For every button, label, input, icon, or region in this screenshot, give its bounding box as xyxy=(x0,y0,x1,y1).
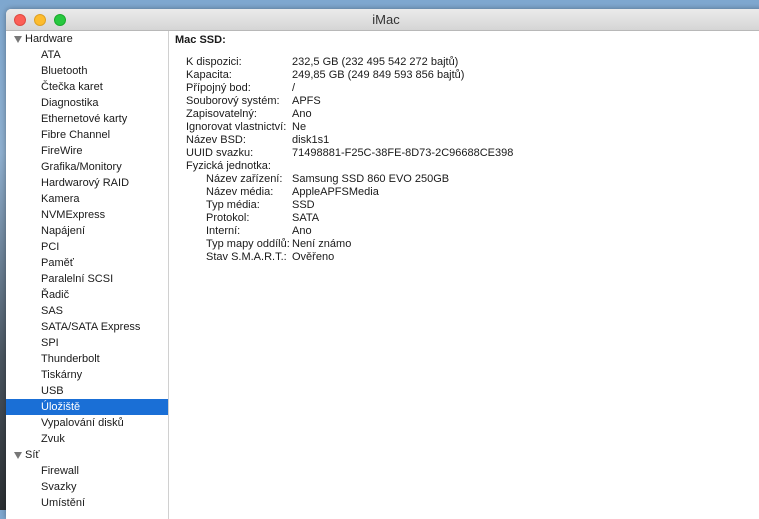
property-label: Souborový systém: xyxy=(186,95,280,107)
window-title: iMac xyxy=(372,12,400,27)
property-value: AppleAPFSMedia xyxy=(292,186,379,198)
property-label: Typ média: xyxy=(206,199,260,211)
sidebar-item[interactable]: Tiskárny xyxy=(6,367,168,383)
sidebar-item[interactable]: Řadič xyxy=(6,287,168,303)
close-button[interactable] xyxy=(14,14,26,26)
property-value: 71498881-F25C-38FE-8D73-2C96688CE398 xyxy=(292,147,514,159)
group-label: Hardware xyxy=(25,33,73,45)
minimize-button[interactable] xyxy=(34,14,46,26)
sidebar-item[interactable]: Fibre Channel xyxy=(6,127,168,143)
sidebar-item[interactable]: PCI xyxy=(6,239,168,255)
sidebar-item[interactable]: SATA/SATA Express xyxy=(6,319,168,335)
property-value: Ano xyxy=(292,225,312,237)
sidebar-item[interactable]: FireWire xyxy=(6,143,168,159)
property-value: Samsung SSD 860 EVO 250GB xyxy=(292,173,450,185)
property-label: K dispozici: xyxy=(186,56,242,68)
property-row: Přípojný bod: / xyxy=(175,82,759,95)
property-row: Název zařízení: Samsung SSD 860 EVO 250GB xyxy=(175,173,759,186)
sidebar-item[interactable]: Úložiště xyxy=(6,399,168,415)
sidebar-item[interactable]: NVMExpress xyxy=(6,207,168,223)
property-label: Stav S.M.A.R.T.: xyxy=(206,251,287,263)
sidebar-item[interactable]: Ethernetové karty xyxy=(6,111,168,127)
property-row: Souborový systém: APFS xyxy=(175,95,759,108)
sidebar-item[interactable]: Čtečka karet xyxy=(6,79,168,95)
sidebar-item[interactable]: Grafika/Monitory xyxy=(6,159,168,175)
property-row: Typ média: SSD xyxy=(175,199,759,212)
property-value: SATA xyxy=(292,212,320,224)
title-bar: iMac xyxy=(6,9,759,31)
sidebar-item[interactable]: Diagnostika xyxy=(6,95,168,111)
property-label: UUID svazku: xyxy=(186,147,254,159)
property-label: Zapisovatelný: xyxy=(186,108,257,120)
property-row: K dispozici: 232,5 GB (232 495 542 272 ba… xyxy=(175,56,759,69)
property-value: 232,5 GB (232 495 542 272 bajtů) xyxy=(292,56,459,68)
property-row: Interní: Ano xyxy=(175,225,759,238)
sidebar-item[interactable]: SPI xyxy=(6,335,168,351)
sidebar-item[interactable]: Zvuk xyxy=(6,431,168,447)
sidebar-item[interactable]: ATA xyxy=(6,47,168,63)
sidebar-item[interactable]: Firewall xyxy=(6,463,168,479)
property-row: Fyzická jednotka: xyxy=(175,160,759,173)
property-label: Interní: xyxy=(206,225,241,237)
window: iMac Hardware ATA Bluetooth Čtečka karet Dia… xyxy=(6,9,759,519)
property-row: UUID svazku: 71498881-F25C-38FE-8D73-2C96… xyxy=(175,147,759,160)
property-row: Název média: AppleAPFSMedia xyxy=(175,186,759,199)
zoom-button[interactable] xyxy=(54,14,66,26)
property-value: SSD xyxy=(292,199,315,211)
sidebar-item[interactable]: Thunderbolt xyxy=(6,351,168,367)
property-label: Protokol: xyxy=(206,212,250,224)
property-label: Název zařízení: xyxy=(206,173,283,185)
sidebar-item[interactable]: SAS xyxy=(6,303,168,319)
sidebar-item[interactable]: Paměť xyxy=(6,255,168,271)
sidebar-item[interactable]: Umístění xyxy=(6,495,168,511)
sidebar-item[interactable]: USB xyxy=(6,383,168,399)
sidebar-item[interactable]: Hardwarový RAID xyxy=(6,175,168,191)
property-row: Název BSD: disk1s1 xyxy=(175,134,759,147)
sidebar: Hardware ATA Bluetooth Čtečka karet Diagnost… xyxy=(6,31,169,519)
property-row: Protokol: SATA xyxy=(175,212,759,225)
property-value: APFS xyxy=(292,95,321,107)
property-value: Ano xyxy=(292,108,312,120)
sidebar-item[interactable]: Kamera xyxy=(6,191,168,207)
sidebar-item[interactable]: Svazky xyxy=(6,479,168,495)
sidebar-group[interactable]: Hardware xyxy=(6,31,168,47)
property-label: Fyzická jednotka: xyxy=(186,160,271,172)
sidebar-item[interactable]: Bluetooth xyxy=(6,63,168,79)
property-value: Ne xyxy=(292,121,307,133)
property-row: Typ mapy oddílů: Není známo xyxy=(175,238,759,251)
group-label: Síť xyxy=(25,449,40,461)
property-label: Typ mapy oddílů: xyxy=(206,238,290,250)
property-label: Název BSD: xyxy=(186,134,246,146)
disclosure-triangle-icon[interactable] xyxy=(14,452,22,459)
sidebar-item[interactable]: Napájení xyxy=(6,223,168,239)
property-label: Kapacita: xyxy=(186,69,232,81)
sidebar-item[interactable]: Vypalování disků xyxy=(6,415,168,431)
property-row: Stav S.M.A.R.T.: Ověřeno xyxy=(175,251,759,264)
property-label: Přípojný bod: xyxy=(186,82,251,94)
detail-pane: Mac SSD: K dispozici: 232,5 GB (232 495 5… xyxy=(170,31,759,519)
property-row: Zapisovatelný: Ano xyxy=(175,108,759,121)
property-value: Není známo xyxy=(292,238,352,250)
property-value: Ověřeno xyxy=(292,251,335,263)
sidebar-group[interactable]: Síť xyxy=(6,447,168,463)
property-row: Kapacita: 249,85 GB (249 849 593 856 bajt… xyxy=(175,69,759,82)
property-label: Ignorovat vlastnictví: xyxy=(186,121,287,133)
property-value: 249,85 GB (249 849 593 856 bajtů) xyxy=(292,69,465,81)
property-label: Název média: xyxy=(206,186,274,198)
volume-title: Mac SSD: xyxy=(175,34,226,46)
sidebar-item[interactable]: Paralelní SCSI xyxy=(6,271,168,287)
property-value: / xyxy=(292,82,296,94)
property-row: Ignorovat vlastnictví: Ne xyxy=(175,121,759,134)
property-value: disk1s1 xyxy=(292,134,330,146)
disclosure-triangle-icon[interactable] xyxy=(14,36,22,43)
